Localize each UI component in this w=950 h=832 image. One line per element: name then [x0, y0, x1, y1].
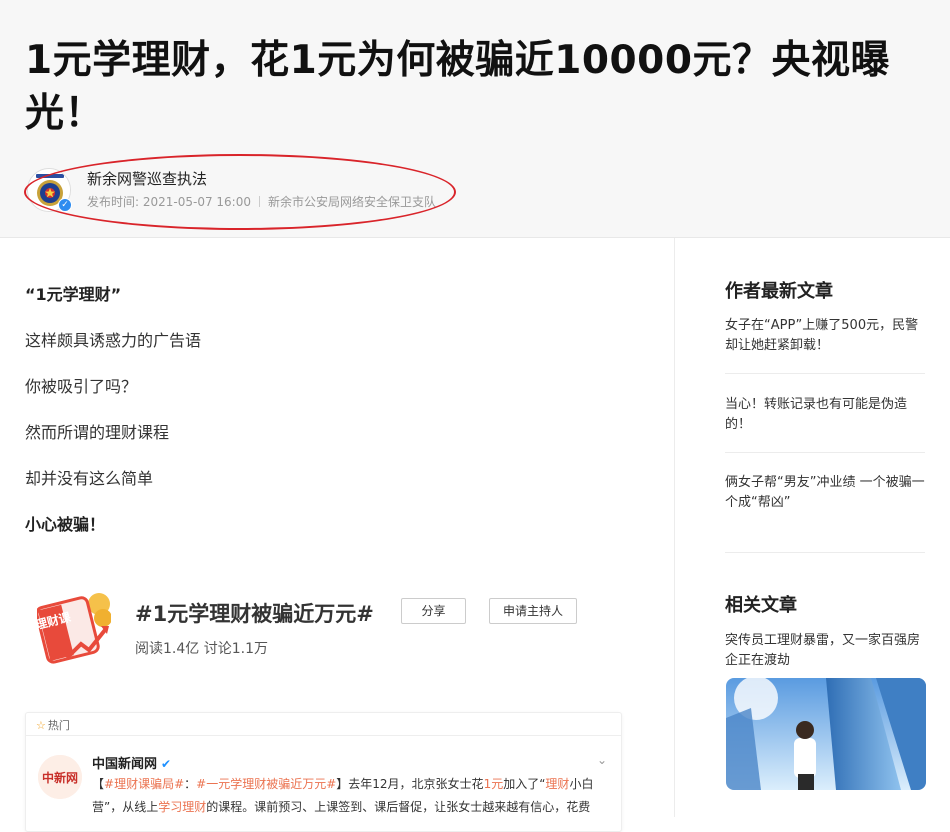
author-highlight-ellipse	[24, 154, 456, 230]
sidebar-divider	[725, 452, 925, 453]
topic-title[interactable]: #1元学理财被骗近万元#	[135, 598, 374, 628]
hashtag-link[interactable]: #一元学理财被骗近万元#	[196, 777, 336, 791]
column-divider	[674, 238, 675, 817]
related-article-link[interactable]: 突传员工理财暴雷，又一家百强房企正在渡劫	[725, 631, 925, 671]
weibo-topic-card: 理财课 #1元学理财被骗近万元# 分享 申请主持人 阅读1.4亿 讨论1.1万	[25, 580, 625, 680]
article-paragraph: 小心被骗！	[25, 515, 106, 534]
article-paragraph: 你被吸引了吗？	[25, 377, 138, 396]
article-paragraph: 却并没有这么简单	[25, 469, 154, 488]
related-articles-title: 相关文章	[725, 595, 797, 616]
finance-course-icon: 理财课	[37, 588, 111, 666]
article-title: 1元学理财，花1元为何被骗近10000元？央视曝光！	[25, 38, 890, 136]
hot-label: ☆ 热门	[36, 717, 70, 733]
article-header: 1元学理财，花1元为何被骗近10000元？央视曝光！ ✓ 新余网警巡查执法 发布…	[0, 0, 950, 238]
article-paragraph: “1元学理财”	[25, 285, 122, 304]
article-paragraph: 这样颇具诱惑力的广告语	[25, 331, 202, 350]
apply-host-button[interactable]: 申请主持人	[489, 598, 577, 624]
chevron-down-icon[interactable]: ⌄	[597, 753, 607, 767]
latest-article-link[interactable]: 女子在“APP”上赚了500元，民警却让她赶紧卸载！	[725, 316, 925, 356]
hot-label-text: 热门	[47, 719, 70, 732]
post-text: 【#理财课骗局#：#一元学理财被骗近万元#】去年12月，北京张女士花1元加入了“…	[92, 777, 594, 814]
hot-post-card: ☆ 热门 中新网 中国新闻网 ✔ ⌄ 【#理财课骗局#：#一元学理财被骗近万元#】去…	[25, 712, 622, 832]
source-logo[interactable]: 中新网	[38, 755, 82, 799]
hashtag-link[interactable]: #理财课骗局#	[104, 777, 184, 791]
source-name[interactable]: 中国新闻网 ✔	[92, 753, 171, 772]
latest-article-link[interactable]: 当心！转账记录也有可能是伪造的！	[725, 395, 925, 435]
sidebar-divider	[725, 373, 925, 374]
topic-stats: 阅读1.4亿 讨论1.1万	[135, 641, 268, 657]
skyscraper-photo-icon	[726, 678, 926, 790]
hot-divider	[26, 735, 621, 736]
sidebar-divider	[725, 552, 925, 553]
cns-logo-icon: 中新网	[38, 755, 82, 799]
latest-article-link[interactable]: 俩女子帮“男友”冲业绩 一个被骗一个成“帮凶”	[725, 473, 925, 513]
latest-articles-title: 作者最新文章	[725, 281, 833, 302]
cns-logo-text: 中新网	[42, 770, 78, 785]
source-name-text[interactable]: 中国新闻网	[92, 757, 157, 772]
verified-v-icon: ✔	[161, 757, 172, 771]
article-paragraph: 然而所谓的理财课程	[25, 423, 170, 442]
topic-thumbnail: 理财课	[37, 588, 111, 666]
share-button[interactable]: 分享	[401, 598, 466, 624]
hot-star-icon: ☆	[36, 719, 46, 732]
related-article-image[interactable]	[726, 678, 926, 790]
